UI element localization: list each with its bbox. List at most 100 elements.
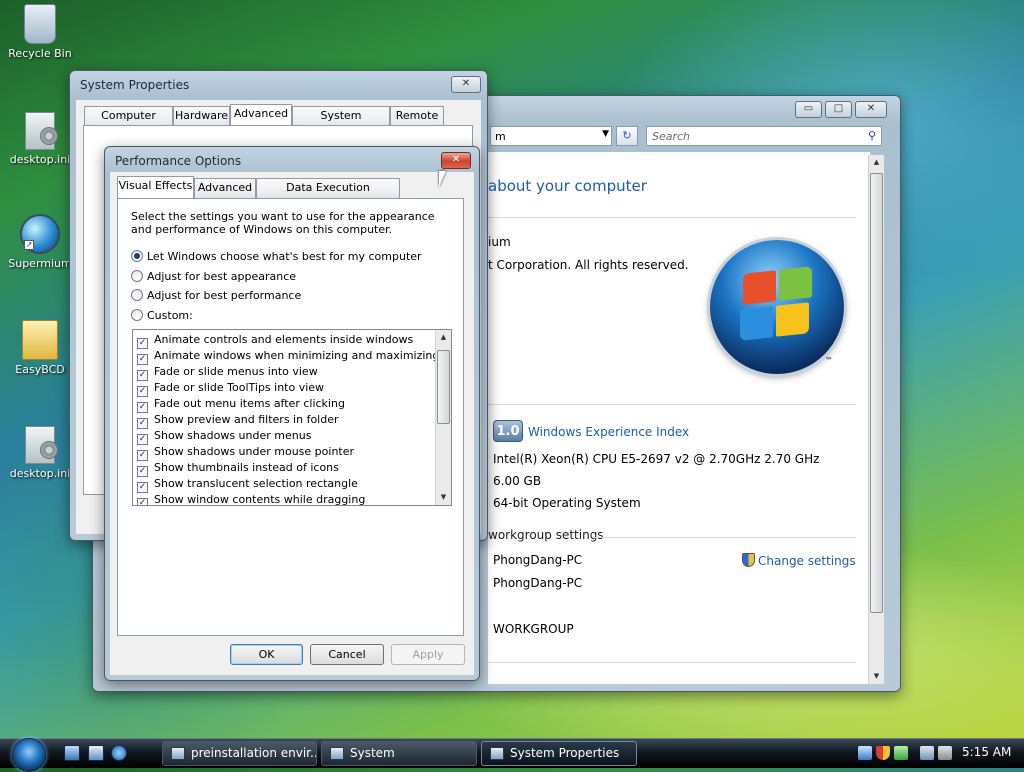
radio-best-appearance[interactable]: Adjust for best appearance [131, 270, 296, 286]
network-tray-icon[interactable] [858, 746, 872, 760]
scroll-up-arrow[interactable]: ▲ [869, 155, 884, 170]
browser-icon: ↗ [20, 214, 60, 254]
change-settings-link[interactable]: Change settings [742, 553, 856, 568]
volume-muted-icon[interactable] [938, 746, 952, 760]
scroll-down-arrow[interactable]: ▼ [869, 669, 884, 684]
list-item[interactable]: ✓ Animate controls and elements inside wi… [133, 332, 435, 349]
desktop-icon-desktop-ini-2[interactable]: desktop.ini [0, 426, 80, 480]
tab-advanced[interactable]: Advanced [194, 178, 256, 198]
search-input[interactable]: Search ⚲ [646, 126, 882, 146]
folder-icon [22, 320, 58, 360]
recycle-bin-icon [24, 4, 56, 44]
tab-computer-name[interactable]: Computer Name [84, 106, 173, 140]
desktop-icon-label: EasyBCD [15, 363, 65, 376]
memory-value: 6.00 GB [493, 474, 542, 488]
settings-file-icon [25, 426, 58, 464]
desktop-icon-label: Recycle Bin [8, 47, 72, 60]
taskbar-button-preinstallation[interactable]: preinstallation envir... [162, 741, 317, 766]
internet-explorer-icon[interactable] [111, 745, 127, 761]
tab-system-protection[interactable]: System Protection [292, 106, 390, 140]
list-item[interactable]: ✓ Show translucent selection rectangle [133, 476, 435, 493]
windows-logo [710, 240, 844, 374]
system-scrollbar[interactable]: ▲ ▼ [868, 155, 884, 684]
list-item[interactable]: ✓ Show shadows under mouse pointer [133, 444, 435, 461]
rating-badge[interactable]: 1.0 [493, 420, 523, 442]
radio-button[interactable] [131, 289, 143, 301]
divider [488, 662, 856, 663]
desktop-icon-label: desktop.ini [9, 467, 71, 480]
radio-button[interactable] [131, 250, 143, 262]
tab-visual-effects[interactable]: Visual Effects [117, 176, 194, 198]
system-type-value: 64-bit Operating System [493, 496, 641, 510]
list-item[interactable]: ✓ Fade or slide ToolTips into view [133, 380, 435, 397]
minimize-button[interactable]: ▭ [795, 101, 822, 118]
edition-name: ium [488, 235, 511, 249]
refresh-icon[interactable]: ↻ [616, 126, 638, 146]
section-heading-workgroup: workgroup settings [488, 528, 604, 542]
drive-icon [171, 747, 185, 760]
page-title: about your computer [488, 177, 647, 195]
computer-icon [330, 747, 344, 760]
system-toolbar: m ▼ ↻ Search ⚲ [490, 124, 887, 148]
network-connection-icon[interactable] [920, 746, 934, 760]
list-item[interactable]: ✓ Animate windows when minimizing and max… [133, 348, 439, 365]
maximize-button[interactable]: □ [825, 101, 852, 118]
taskbar-button-system-properties[interactable]: System Properties [481, 741, 637, 766]
desktop-icon-label: desktop.ini [9, 153, 71, 166]
close-button[interactable]: ✕ [451, 76, 481, 93]
taskbar-button-system[interactable]: System [321, 741, 477, 766]
divider [488, 217, 856, 218]
divider [488, 404, 856, 405]
radio-button[interactable] [131, 270, 143, 282]
list-item[interactable]: ✓ Show thumbnails instead of icons [133, 460, 435, 477]
apply-button[interactable]: Apply [391, 644, 465, 665]
start-button[interactable] [10, 738, 48, 772]
radio-button[interactable] [131, 309, 143, 321]
computer-icon [490, 747, 504, 760]
scroll-thumb[interactable] [437, 350, 450, 424]
effects-scrollbar[interactable]: ▲ ▼ [435, 330, 451, 505]
full-computer-name-value: PhongDang-PC [493, 576, 583, 590]
visual-effects-list[interactable]: ✓ Animate controls and elements inside wi… [132, 329, 452, 506]
chevron-down-icon[interactable]: ▼ [602, 129, 609, 139]
copyright-text: t Corporation. All rights reserved. [488, 258, 689, 272]
computer-name-value: PhongDang-PC [493, 553, 583, 567]
list-item[interactable]: ✓ Fade or slide menus into view [133, 364, 435, 381]
scroll-down-arrow[interactable]: ▼ [436, 490, 451, 505]
security-shield-icon[interactable] [876, 746, 890, 760]
radio-let-windows-choose[interactable]: Let Windows choose what's best for my co… [131, 250, 422, 266]
processor-value: Intel(R) Xeon(R) CPU E5-2697 v2 @ 2.70GH… [493, 452, 820, 466]
scroll-up-arrow[interactable]: ▲ [436, 330, 451, 345]
show-desktop-icon[interactable] [64, 745, 80, 761]
radio-custom[interactable]: Custom: [131, 309, 193, 325]
windows-update-icon[interactable] [894, 746, 908, 760]
address-bar[interactable]: m ▼ [490, 126, 612, 146]
taskbar-clock[interactable]: 5:15 AM [962, 745, 1011, 759]
divider [592, 537, 856, 538]
checkbox[interactable]: ✓ [137, 498, 148, 505]
search-icon[interactable]: ⚲ [868, 129, 876, 142]
list-item[interactable]: ✓ Show preview and filters in folder [133, 412, 435, 429]
cancel-button[interactable]: Cancel [310, 644, 384, 665]
ok-button[interactable]: OK [230, 644, 303, 665]
scroll-thumb[interactable] [870, 173, 883, 613]
list-item[interactable]: ✓ Fade out menu items after clicking [133, 396, 435, 413]
close-button[interactable]: ✕ [855, 101, 887, 118]
desktop-icon-supermium[interactable]: ↗ Supermium [0, 214, 80, 270]
desktop-icon-label: Supermium [8, 257, 72, 270]
list-item[interactable]: ✓ Show shadows under menus [133, 428, 435, 445]
tab-hardware[interactable]: Hardware [173, 106, 230, 126]
shield-icon [742, 553, 755, 567]
list-item[interactable]: ✓ Show window contents while dragging [133, 492, 435, 505]
window-title: Performance Options [115, 154, 242, 168]
tab-advanced[interactable]: Advanced [230, 104, 292, 126]
tab-remote[interactable]: Remote [390, 106, 444, 126]
tab-data-execution-prevention[interactable]: Data Execution Prevention [256, 178, 400, 212]
desktop-icon-easybcd[interactable]: EasyBCD [0, 320, 80, 376]
close-button[interactable]: ✕ [441, 152, 471, 169]
desktop-icon-desktop-ini[interactable]: desktop.ini [0, 112, 80, 166]
switch-windows-icon[interactable] [88, 745, 104, 761]
radio-best-performance[interactable]: Adjust for best performance [131, 289, 301, 305]
windows-experience-index-link[interactable]: Windows Experience Index [528, 425, 689, 439]
desktop-icon-recycle-bin[interactable]: Recycle Bin [0, 4, 80, 60]
